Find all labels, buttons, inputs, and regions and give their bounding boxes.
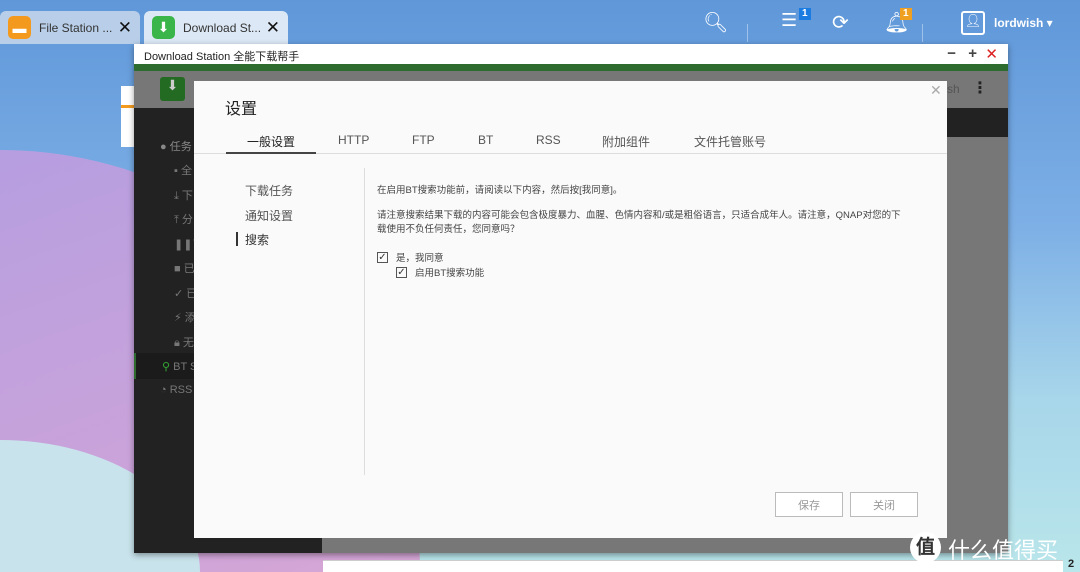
corner-text: 2 [1068,558,1075,570]
vertical-divider [364,168,365,475]
sidebar-item-rss[interactable]: ◔ RSS [160,384,192,396]
sidebar-item[interactable]: ⚡ 添 [174,309,196,325]
nav-notifications[interactable]: 通知设置 [245,207,293,224]
close-button[interactable]: 关闭 [850,492,918,517]
sidebar-item[interactable]: 🔒︎ 无 [174,334,194,350]
agree-checkbox[interactable]: ✓ 是，我同意 [377,250,444,264]
sidebar-item-tasks[interactable]: ● 任务 [160,138,192,154]
sync-icon[interactable]: ⟳ [832,10,849,35]
sidebar-item[interactable]: ⤓ 下 [174,187,193,203]
settings-dialog: 设置 ✕ 一般设置 HTTP FTP BT RSS 附加组件 文件托管账号 下载… [194,81,947,538]
header-text: sh [947,82,960,96]
close-dialog-icon[interactable]: ✕ [930,82,942,99]
tab-label: File Station ... [39,20,113,35]
tab-http[interactable]: HTTP [338,133,369,147]
save-button[interactable]: 保存 [775,492,843,517]
tab-download-station[interactable]: ⬇ Download St... ✕ [144,11,288,44]
active-nav-indicator [236,232,238,246]
badge: 1 [799,8,811,20]
close-icon[interactable]: ✕ [266,18,280,38]
close-window-button[interactable]: ✕ [985,45,998,63]
download-icon: ⬇ [152,16,175,39]
tab-rss[interactable]: RSS [536,133,561,147]
tab-addons[interactable]: 附加组件 [602,133,650,150]
divider [747,24,748,42]
tab-ftp[interactable]: FTP [412,133,435,147]
background-window [121,86,135,147]
checkbox-checked-icon: ✓ [377,251,388,263]
maximize-button[interactable]: + [968,45,977,62]
sidebar-item[interactable]: ▪ 全 [174,162,192,178]
active-tab-indicator [226,152,316,154]
nav-search[interactable]: 搜索 [245,231,269,248]
tab-label: Download St... [183,20,262,35]
tab-file-hosting[interactable]: 文件托管账号 [694,133,766,150]
accent-bar [134,64,1008,71]
enable-bt-search-checkbox[interactable]: ✓ 启用BT搜索功能 [396,265,484,279]
warning-text: 请注意搜索结果下载的内容可能会包含极度暴力、血腥、色情内容和/或是粗俗语言，只适… [377,210,901,235]
tab-file-station[interactable]: ▬ File Station ... ✕ [0,11,140,44]
sidebar-item[interactable]: ■ 已 [174,260,195,276]
watermark-text: 什么值得买 [948,538,1059,563]
folder-icon: ▬ [8,16,31,39]
tab-bt[interactable]: BT [478,133,493,147]
user-menu[interactable]: lordwish ▾ [994,16,1053,30]
search-icon[interactable]: 🔍︎ [703,10,728,35]
background-tasks-icon[interactable]: ☰ [781,10,797,31]
badge: 1 [900,8,912,20]
window-title: Download Station 全能下载帮手 [144,51,300,63]
tab-general[interactable]: 一般设置 [247,133,295,150]
sidebar-item[interactable]: ⤒ 分 [174,211,193,227]
nav-download-tasks[interactable]: 下载任务 [245,182,293,199]
divider [922,24,923,42]
minimize-button[interactable]: − [947,45,956,62]
watermark-logo: 值 [910,532,941,563]
dialog-title: 设置 [225,101,258,118]
user-icon[interactable]: 👤︎ [961,11,985,35]
close-icon[interactable]: ✕ [118,18,132,38]
app-logo-icon: ⬇ [160,77,185,101]
more-icon[interactable]: ⋮ [972,78,988,98]
intro-text: 在启用BT搜索功能前，请阅读以下内容，然后按[我同意]。 [377,185,623,196]
checkbox-checked-icon: ✓ [396,266,407,278]
window-titlebar: Download Station 全能下载帮手 − + ✕ [134,44,1008,64]
